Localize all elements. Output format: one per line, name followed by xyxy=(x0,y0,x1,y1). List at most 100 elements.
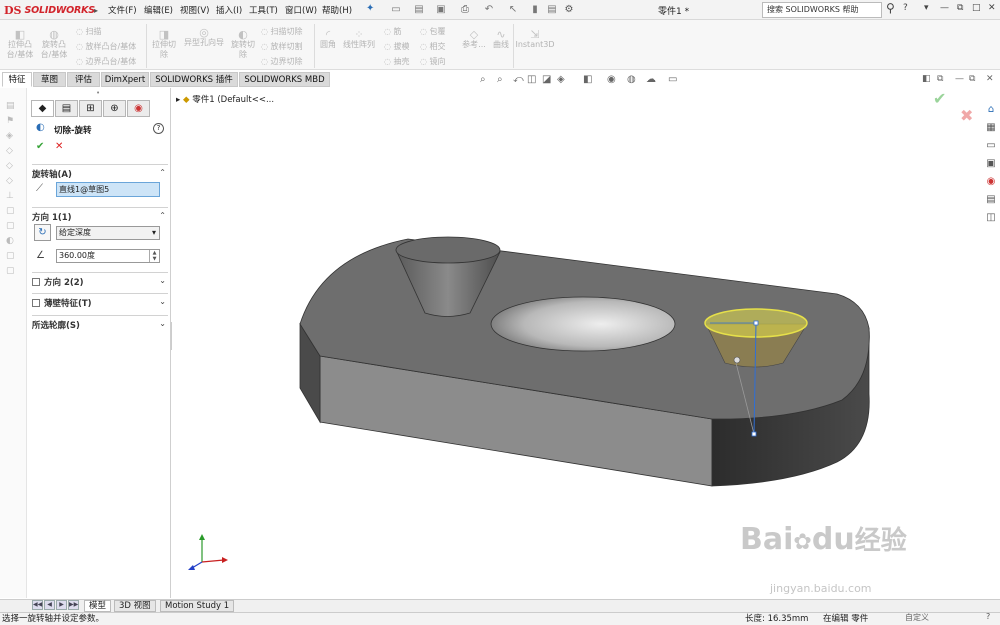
menu-view[interactable]: 视图(V) xyxy=(180,4,209,16)
shell-button[interactable]: ◌ 抽壳 xyxy=(384,56,410,67)
rib-button[interactable]: ◌ 筋 xyxy=(384,26,402,37)
maximize-icon[interactable]: □ xyxy=(972,3,981,13)
ok-check-icon[interactable]: ✔ xyxy=(36,141,44,152)
tree-item-icon[interactable]: ⊥ xyxy=(6,191,18,201)
view-palette-icon[interactable]: ▣ xyxy=(984,157,998,171)
axis-group-header[interactable]: 旋转轴(A) ⌃ xyxy=(32,164,168,180)
loft-button[interactable]: ◌ 放样凸台/基体 xyxy=(76,41,136,52)
user-icon[interactable]: ▾ xyxy=(924,3,929,13)
file-explorer-icon[interactable]: ▭ xyxy=(984,139,998,153)
chevron-down-icon[interactable]: ⌄ xyxy=(159,319,166,328)
intersect-button[interactable]: ◌ 相交 xyxy=(420,41,446,52)
appearances-icon[interactable]: ◉ xyxy=(984,175,998,189)
tab-mbd[interactable]: SOLIDWORKS MBD xyxy=(239,72,330,87)
view-orientation-icon[interactable]: ◈ xyxy=(557,74,565,85)
lofted-cut-button[interactable]: ◌ 放样切割 xyxy=(261,41,303,52)
swept-cut-button[interactable]: ◌ 扫描切除 xyxy=(261,26,303,37)
view-settings-icon[interactable]: ▭ xyxy=(668,74,677,85)
cancel-x-icon[interactable]: ✕ xyxy=(55,141,63,152)
tree-item-icon[interactable]: ▢ xyxy=(6,251,18,261)
help-search-input[interactable]: 搜索 SOLIDWORKS 帮助 xyxy=(762,2,882,18)
curves-button[interactable]: ∿ 曲线 xyxy=(490,29,512,50)
forum-icon[interactable]: ◫ xyxy=(984,211,998,225)
tab-addins[interactable]: SOLIDWORKS 插件 xyxy=(150,72,238,87)
tab-model[interactable]: 模型 xyxy=(84,600,112,612)
edit-appearance-icon[interactable]: ◍ xyxy=(627,74,636,85)
help-question-icon[interactable]: ? xyxy=(903,3,908,13)
tree-item-icon[interactable]: ⚑ xyxy=(6,116,18,126)
direction2-group-header[interactable]: 方向 2(2) ⌄ xyxy=(32,272,168,288)
spin-arrows-icon[interactable]: ▲ ▼ xyxy=(149,250,159,262)
menu-edit[interactable]: 编辑(E) xyxy=(144,4,173,16)
tree-item-icon[interactable]: ◐ xyxy=(6,236,18,246)
logo-flyout-icon[interactable]: ▸ xyxy=(94,6,98,15)
close-icon[interactable]: ✕ xyxy=(988,3,996,13)
direction1-group-header[interactable]: 方向 1(1) ⌃ xyxy=(32,207,168,223)
units-select[interactable]: 自定义 xyxy=(905,612,929,623)
propertymanager-tab-icon[interactable]: ▤ xyxy=(55,100,78,117)
minimize-icon[interactable]: — xyxy=(940,3,949,13)
tab-sketch[interactable]: 草图 xyxy=(33,72,66,87)
dimxpert-tab-icon[interactable]: ⊕ xyxy=(103,100,126,117)
save-icon[interactable]: ▣ xyxy=(434,3,448,16)
display-manager-tab-icon[interactable]: ◉ xyxy=(127,100,150,117)
angle-input[interactable]: 360.00度 ▲ ▼ xyxy=(56,249,160,263)
featuremanager-tab-icon[interactable]: ◆ xyxy=(31,100,54,117)
tree-item-icon[interactable]: ◇ xyxy=(6,176,18,186)
menu-insert[interactable]: 插入(I) xyxy=(216,4,242,16)
home-icon[interactable]: ⌂ xyxy=(984,103,998,117)
hole-wizard-button[interactable]: ◎ 异型孔向导 xyxy=(181,27,227,48)
new-document-icon[interactable]: ▭ xyxy=(389,3,403,16)
instant3d-button[interactable]: ⇲ Instant3D xyxy=(515,29,555,50)
thin-feature-group-header[interactable]: 薄壁特征(T) ⌄ xyxy=(32,293,168,309)
tree-item-icon[interactable]: ▤ xyxy=(6,101,18,111)
rotation-axis-field[interactable]: 直线1@草图5 xyxy=(56,182,160,197)
display-style-icon[interactable]: ◧ xyxy=(583,74,592,85)
fillet-button[interactable]: ◜ 圆角 xyxy=(317,29,339,50)
app-logo[interactable]: DS SOLIDWORKS xyxy=(4,2,95,18)
wrap-button[interactable]: ◌ 包覆 xyxy=(420,26,446,37)
extrude-cut-button[interactable]: ◨ 拉伸切 除 xyxy=(149,29,179,60)
last-tab-icon[interactable]: ▶▶ xyxy=(68,600,79,610)
hide-show-icon[interactable]: ◉ xyxy=(607,74,616,85)
section-view-icon[interactable]: ◫ xyxy=(527,74,536,85)
open-icon[interactable]: ▤ xyxy=(412,3,426,16)
window-minimize-icon[interactable]: — xyxy=(955,74,964,84)
tab-motion-study[interactable]: Motion Study 1 xyxy=(160,600,235,612)
mirror-button[interactable]: ◌ 镜向 xyxy=(420,56,446,67)
sweep-button[interactable]: ◌ 扫描 xyxy=(76,26,102,37)
reference-geometry-button[interactable]: ◇ 参考... xyxy=(460,29,488,50)
design-library-icon[interactable]: ▦ xyxy=(984,121,998,135)
menu-help[interactable]: 帮助(H) xyxy=(322,4,352,16)
help-icon[interactable]: ? xyxy=(153,123,164,134)
chevron-down-icon[interactable]: ⌄ xyxy=(159,276,166,285)
tab-features[interactable]: 特征 xyxy=(2,72,32,87)
restore-icon[interactable]: ⧉ xyxy=(957,3,963,13)
tree-item-icon[interactable]: ◇ xyxy=(6,146,18,156)
pin-icon[interactable]: ✦ xyxy=(366,3,374,14)
file-properties-icon[interactable]: ▤ xyxy=(545,3,559,16)
first-tab-icon[interactable]: ◀◀ xyxy=(32,600,43,610)
linear-pattern-button[interactable]: ⁘ 线性阵列 xyxy=(341,29,377,50)
tab-3d-view[interactable]: 3D 视图 xyxy=(114,600,156,612)
menu-tools[interactable]: 工具(T) xyxy=(249,4,278,16)
tree-item-icon[interactable]: ▢ xyxy=(6,206,18,216)
tree-item-icon[interactable]: ◈ xyxy=(6,131,18,141)
reverse-direction-button[interactable]: ↻ xyxy=(34,224,51,241)
chevron-up-icon[interactable]: ⌃ xyxy=(159,211,166,220)
configmanager-tab-icon[interactable]: ⊞ xyxy=(79,100,102,117)
selected-contours-group-header[interactable]: 所选轮廓(S) ⌄ xyxy=(32,315,168,331)
revolve-cut-button[interactable]: ◐ 旋转切 除 xyxy=(228,29,258,60)
tab-dimxpert[interactable]: DimXpert xyxy=(101,72,149,87)
options-gear-icon[interactable]: ⚙ xyxy=(562,3,576,16)
dynamic-annotation-icon[interactable]: ◪ xyxy=(542,74,551,85)
end-condition-select[interactable]: 给定深度 ▾ xyxy=(56,226,160,240)
menu-file[interactable]: 文件(F) xyxy=(108,4,137,16)
previous-view-icon[interactable]: ⤺ xyxy=(513,74,524,85)
extrude-boss-button[interactable]: ◧ 拉伸凸 台/基体 xyxy=(4,29,36,60)
zoom-to-fit-icon[interactable]: ⌕ xyxy=(480,74,486,85)
status-help-icon[interactable]: ? xyxy=(986,612,990,621)
boundary-boss-button[interactable]: ◌ 边界凸台/基体 xyxy=(76,56,136,67)
window-tile-icon[interactable]: ◧ xyxy=(922,74,931,84)
tree-item-icon[interactable]: ◇ xyxy=(6,161,18,171)
